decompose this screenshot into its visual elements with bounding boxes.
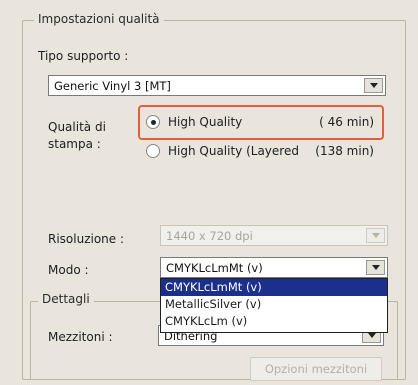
halftone-label: Mezzitoni :: [48, 330, 113, 344]
quality-high-time: ( 46 min): [319, 115, 374, 129]
media-type-dropdown-button[interactable]: [364, 78, 383, 93]
quality-layered-time: (138 min): [315, 144, 374, 158]
media-type-value: Generic Vinyl 3 [MT]: [54, 78, 171, 93]
details-title: Dettagli: [38, 292, 94, 306]
resolution-label: Risoluzione :: [48, 232, 125, 246]
mode-dropdown[interactable]: CMYKLcLmMt (v): [160, 257, 388, 278]
chevron-down-icon: [367, 333, 376, 338]
quality-layered-label: High Quality (Layered: [168, 144, 299, 158]
media-type-dropdown[interactable]: Generic Vinyl 3 [MT]: [48, 75, 386, 96]
halftone-options-button[interactable]: Opzioni mezzitoni: [250, 357, 382, 381]
quality-option-high[interactable]: High Quality ( 46 min): [146, 113, 380, 131]
quality-settings-title: Impostazioni qualità: [34, 12, 164, 26]
quality-option-layered[interactable]: High Quality (Layered (138 min): [146, 142, 380, 160]
quality-high-label: High Quality: [168, 115, 243, 129]
mode-option-cmyklclm[interactable]: CMYKLcLm (v): [161, 313, 387, 330]
resolution-dropdown[interactable]: 1440 x 720 dpi: [160, 225, 388, 246]
mode-label: Modo :: [48, 263, 89, 277]
resolution-dropdown-button[interactable]: [366, 228, 385, 243]
quality-layered-radio[interactable]: [146, 144, 160, 158]
mode-dropdown-list: CMYKLcLmMt (v) MetallicSilver (v) CMYKLc…: [160, 278, 388, 333]
print-quality-label-line1: Qualità di: [48, 120, 106, 134]
mode-value: CMYKLcLmMt (v): [166, 260, 263, 275]
mode-dropdown-button[interactable]: [366, 260, 385, 275]
media-type-label: Tipo supporto :: [38, 49, 129, 63]
mode-option-metallicsilver[interactable]: MetallicSilver (v): [161, 296, 387, 313]
mode-option-cmyklclmmt[interactable]: CMYKLcLmMt (v): [161, 279, 387, 296]
chevron-down-icon: [371, 233, 380, 238]
chevron-down-icon: [371, 265, 380, 270]
chevron-down-icon: [369, 83, 378, 88]
quality-high-radio[interactable]: [146, 115, 160, 129]
resolution-value: 1440 x 720 dpi: [166, 228, 253, 243]
print-quality-label-line2: stampa :: [48, 137, 101, 151]
